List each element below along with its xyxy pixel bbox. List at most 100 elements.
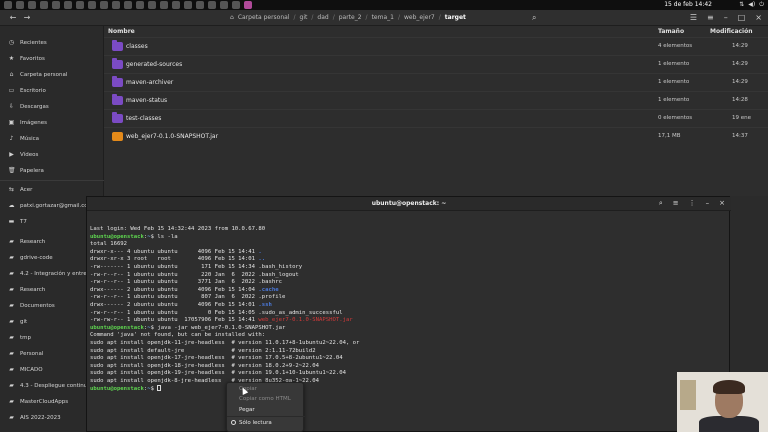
terminal-line: ubuntu@openstack:~$ ls -la [90, 234, 726, 242]
app-icon[interactable] [64, 1, 72, 9]
file-size: 17,1 MB [658, 133, 681, 139]
system-top-bar: 15 de feb 14:42 ⇅ ◀) ⏻ [0, 0, 768, 10]
app-icon[interactable] [148, 1, 156, 9]
breadcrumb-tema1[interactable]: tema_1 [372, 14, 394, 21]
sidebar-item-carpeta-personal[interactable]: ⌂ Carpeta personal [8, 69, 102, 81]
close-icon[interactable]: × [719, 199, 725, 208]
search-icon[interactable]: ⌕ [659, 199, 663, 208]
breadcrumb-home[interactable]: Carpeta personal [238, 14, 290, 21]
breadcrumb-separator: / [332, 14, 335, 21]
breadcrumb-dad[interactable]: dad [317, 14, 328, 21]
terminal-text: -rw-r--r-- 1 ubuntu ubuntu 3771 Jan 6 20… [90, 279, 282, 286]
app-icon[interactable] [232, 1, 240, 9]
sidebar-item-favoritos[interactable]: ★ Favoritos [8, 53, 102, 65]
breadcrumb-web-ejer7[interactable]: web_ejer7 [404, 14, 435, 21]
terminal-text: sudo apt install openjdk-18-jre-headless… [90, 362, 320, 369]
app-icon[interactable] [112, 1, 120, 9]
arrow-right-icon[interactable]: → [22, 13, 32, 23]
app-icon[interactable] [40, 1, 48, 9]
folder-icon: ▰ [9, 318, 14, 325]
app-icon[interactable] [196, 1, 204, 9]
sidebar-item-recientes[interactable]: ◷ Recientes [8, 37, 102, 49]
app-icon-active[interactable] [244, 1, 252, 9]
search-icon[interactable]: ⌕ [532, 13, 536, 23]
sidebar-item-label: MasterCloudApps [20, 399, 69, 405]
view-list-icon[interactable]: ☰ [690, 13, 697, 22]
sidebar-item-imagenes[interactable]: ▣ Imágenes [8, 117, 102, 129]
sidebar-item-label: Escritorio [20, 88, 46, 94]
app-icon[interactable] [76, 1, 84, 9]
file-row[interactable]: maven-status 1 elemento 14:28 [104, 91, 768, 109]
maximize-icon[interactable]: □ [738, 13, 746, 22]
app-icon[interactable] [4, 1, 12, 9]
app-icon[interactable] [184, 1, 192, 9]
terminal-text: drwx------ 2 ubuntu ubuntu 4096 Feb 15 1… [90, 301, 259, 308]
drive-icon: ▬ [8, 218, 15, 225]
app-icon[interactable] [136, 1, 144, 9]
sidebar-item-acer[interactable]: ⇆ Acer [8, 184, 102, 196]
terminal-controls: ⌕ ≡ ⋮ – × [659, 199, 725, 208]
file-row[interactable]: web_ejer7-0.1.0-SNAPSHOT.jar 17,1 MB 14:… [104, 127, 768, 145]
arrow-left-icon[interactable]: ← [8, 13, 18, 23]
system-tray[interactable]: ⇅ ◀) ⏻ [739, 1, 764, 9]
menu-icon[interactable]: ≡ [673, 199, 679, 208]
breadcrumb-parte2[interactable]: parte_2 [339, 14, 362, 21]
sidebar-item-label: Vídeos [20, 152, 39, 158]
app-icon[interactable] [124, 1, 132, 9]
file-name: test-classes [126, 115, 162, 122]
close-icon[interactable]: × [755, 13, 762, 22]
sidebar-item-label: Carpeta personal [20, 72, 68, 78]
terminal-line: drwxr-x--- 4 ubuntu ubuntu 4096 Feb 15 1… [90, 249, 726, 257]
folder-icon: ▰ [9, 238, 14, 245]
file-row[interactable]: test-classes 0 elementos 19 ene [104, 109, 768, 127]
app-icon[interactable] [208, 1, 216, 9]
terminal-output[interactable]: Last login: Wed Feb 15 14:32:44 2023 fro… [90, 226, 726, 394]
sidebar-item-label: Favoritos [20, 56, 45, 62]
menu-item-paste[interactable]: Pegar [239, 407, 255, 413]
breadcrumb-target[interactable]: target [445, 14, 466, 21]
context-menu: Copiar Copiar como HTML Pegar Sólo lectu… [226, 382, 305, 432]
app-icon[interactable] [28, 1, 36, 9]
clock[interactable]: 15 de feb 14:42 [664, 1, 712, 8]
file-size: 0 elementos [658, 115, 693, 121]
menu-item-copy-html[interactable]: Copiar como HTML [239, 396, 291, 402]
menu-icon[interactable]: ≡ [707, 13, 714, 22]
power-icon[interactable]: ⏻ [759, 1, 764, 9]
app-icon[interactable] [172, 1, 180, 9]
sidebar-item-papelera[interactable]: 🗑 Papelera [8, 165, 102, 177]
kebab-menu-icon[interactable]: ⋮ [689, 199, 696, 208]
breadcrumb-separator: / [397, 14, 400, 21]
terminal-text: $ [150, 386, 158, 393]
app-icon[interactable] [160, 1, 168, 9]
terminal-text: sudo apt install openjdk-19-jre-headless… [90, 370, 346, 377]
speaker-icon[interactable]: ◀) [748, 1, 755, 9]
menu-item-read-only[interactable]: Sólo lectura [239, 420, 272, 426]
app-icon[interactable] [16, 1, 24, 9]
app-icon[interactable] [52, 1, 60, 9]
sidebar-item-label: Papelera [20, 168, 44, 174]
file-row[interactable]: classes 4 elementos 14:29 [104, 37, 768, 55]
sidebar-item-escritorio[interactable]: ▭ Escritorio [8, 85, 102, 97]
sidebar-item-videos[interactable]: ▶ Vídeos [8, 149, 102, 161]
folder-icon: ▰ [9, 302, 14, 309]
breadcrumb-git[interactable]: git [300, 14, 308, 21]
file-row[interactable]: maven-archiver 1 elemento 14:29 [104, 73, 768, 91]
terminal-line: sudo apt install openjdk-19-jre-headless… [90, 370, 726, 378]
minimize-icon[interactable]: – [706, 199, 710, 208]
sidebar-item-musica[interactable]: ♪ Música [8, 133, 102, 145]
file-modified: 14:28 [732, 97, 748, 103]
sidebar-item-label: Research [20, 239, 46, 245]
terminal-titlebar[interactable]: ubuntu@openstack: ~ ⌕ ≡ ⋮ – × [87, 197, 731, 211]
network-icon[interactable]: ⇅ [739, 1, 744, 9]
sidebar-item-label: AIS 2022-2023 [20, 415, 61, 421]
file-row[interactable]: generated-sources 1 elemento 14:29 [104, 55, 768, 73]
terminal-text: $ ls -la [150, 233, 178, 240]
app-icon[interactable] [100, 1, 108, 9]
app-icon[interactable] [88, 1, 96, 9]
image-icon: ▣ [8, 119, 15, 126]
radio-icon[interactable] [231, 420, 236, 425]
app-icon[interactable] [220, 1, 228, 9]
terminal-window[interactable]: ubuntu@openstack: ~ ⌕ ≡ ⋮ – × Last login… [86, 196, 731, 432]
sidebar-item-descargas[interactable]: ⇩ Descargas [8, 101, 102, 113]
minimize-icon[interactable]: – [724, 13, 728, 22]
